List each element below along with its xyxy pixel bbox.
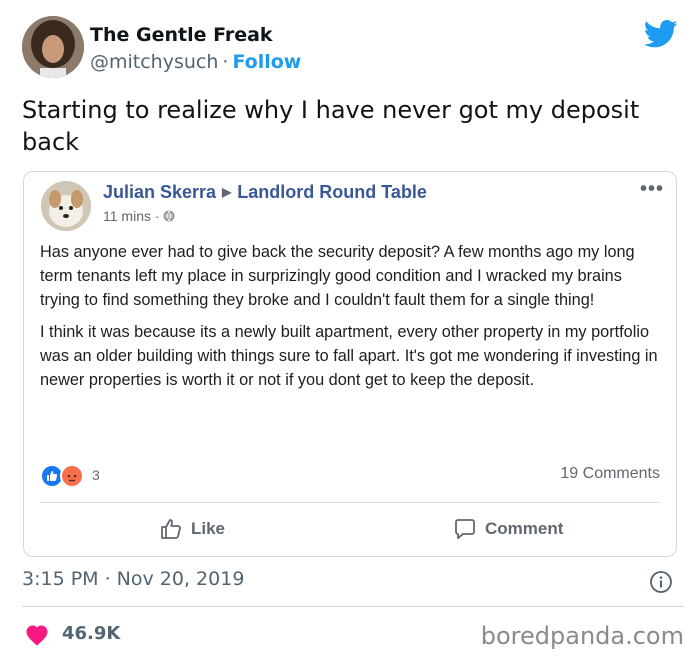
boredpanda-watermark: boredpanda.com (480, 622, 684, 650)
fb-author-avatar (41, 181, 91, 231)
fb-comment-label: Comment (485, 519, 564, 538)
author-name[interactable]: The Gentle Freak (90, 24, 273, 46)
fb-like-button: Like (159, 512, 225, 546)
comment-bubble-icon (455, 519, 475, 539)
reaction-count: 3 (92, 467, 100, 483)
thumbs-up-icon (161, 519, 181, 539)
fb-divider (40, 502, 660, 503)
heart-icon[interactable] (25, 624, 49, 646)
fb-like-label: Like (191, 519, 226, 538)
fb-post-time: 11 mins · (103, 208, 175, 224)
author-handle[interactable]: @mitchysuch (90, 51, 218, 73)
more-options-icon: ••• (639, 178, 664, 200)
fb-post-paragraph: Has anyone ever had to give back the sec… (40, 243, 635, 309)
likes-count[interactable]: 46.9K (62, 623, 120, 644)
fb-reactions: 3 (40, 462, 160, 488)
fb-post-header: Julian Skerra ▶ Landlord Round Table (103, 182, 427, 203)
fb-post-paragraph: I think it was because its a newly built… (40, 323, 658, 389)
fb-author-name: Julian Skerra (103, 182, 217, 202)
author-avatar[interactable] (22, 16, 84, 78)
meta-separator: · (222, 51, 229, 73)
footer-divider (22, 606, 684, 607)
author-meta: @mitchysuch · Follow (90, 51, 301, 73)
globe-icon (163, 210, 175, 222)
fb-comment-button: Comment (453, 512, 563, 546)
follow-button[interactable]: Follow (232, 51, 301, 73)
tweet-timestamp[interactable]: 3:15 PM · Nov 20, 2019 (22, 568, 244, 590)
tweet-header: The Gentle Freak @mitchysuch · Follow (22, 16, 682, 80)
twitter-bird-icon[interactable] (644, 20, 678, 48)
info-icon[interactable] (649, 570, 673, 594)
facebook-post-card: Julian Skerra ▶ Landlord Round Table 11 mi… (23, 171, 677, 557)
fb-group-name: Landlord Round Table (237, 182, 427, 202)
angry-reaction-icon (60, 464, 84, 488)
tweet-text: Starting to realize why I have never got… (22, 96, 640, 156)
fb-comments-count: 19 Comments (560, 465, 660, 482)
fb-post-body: Has anyone ever had to give back the sec… (40, 240, 665, 392)
caret-right-icon: ▶ (222, 185, 232, 199)
